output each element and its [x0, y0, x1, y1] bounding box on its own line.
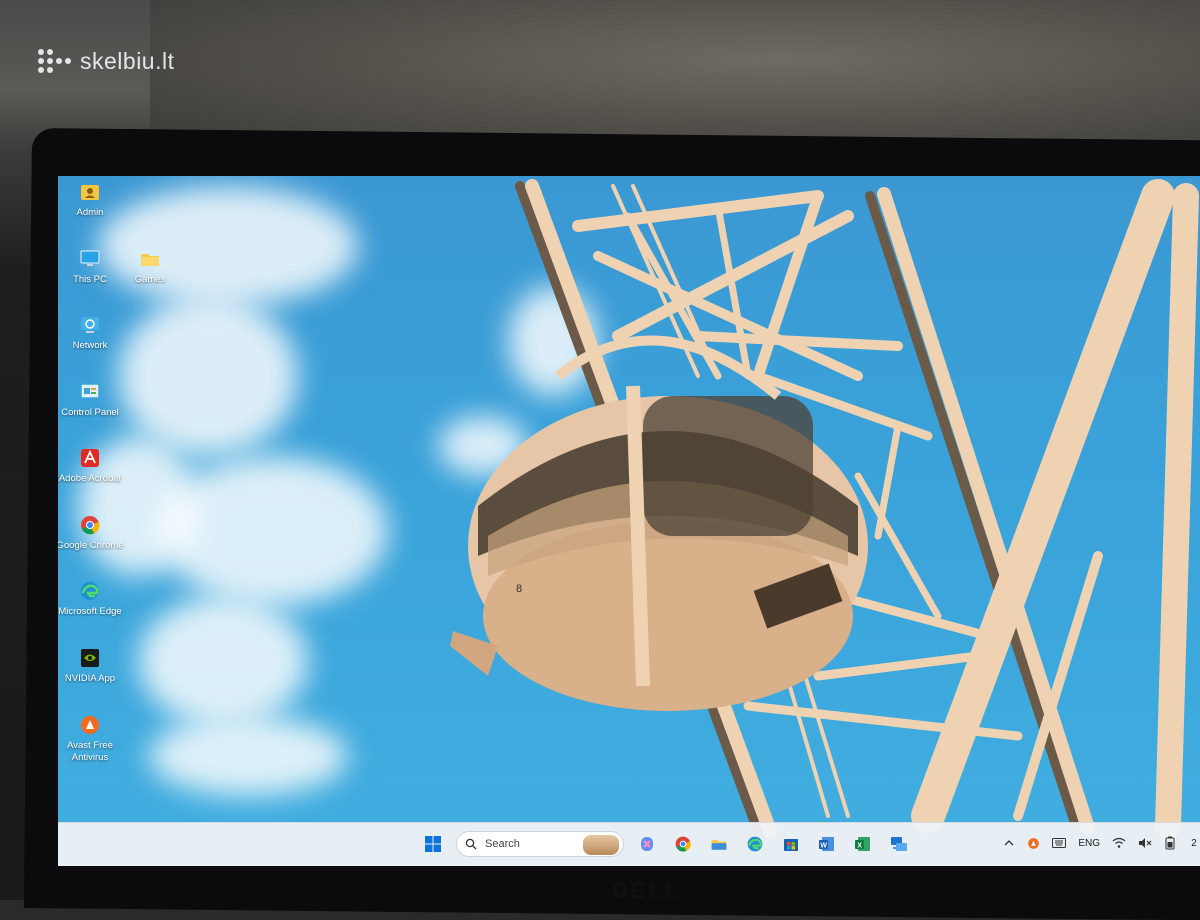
- watermark-text: skelbiu.lt: [80, 48, 175, 74]
- tray-keyboard[interactable]: [1052, 835, 1067, 851]
- copilot-icon: [641, 837, 653, 851]
- desktop-icon-adobe-acrobat[interactable]: Adobe Acrobat: [58, 446, 127, 485]
- desktop-icon-google-chrome[interactable]: Google Chrome: [58, 513, 127, 552]
- battery-icon: [1165, 836, 1175, 850]
- control-panel-icon: [78, 380, 102, 404]
- svg-text:X: X: [857, 842, 862, 849]
- desktop-icon-admin[interactable]: Admin: [58, 180, 127, 219]
- avast-icon: [1028, 837, 1040, 849]
- clock[interactable]: 2: [1188, 835, 1200, 851]
- desktop-icon-control-panel[interactable]: Control Panel: [58, 380, 127, 419]
- svg-text:W: W: [820, 842, 827, 849]
- watermark: skelbiu.lt: [38, 48, 174, 75]
- search-highlight-image: [583, 835, 619, 855]
- edge-icon: [78, 579, 102, 603]
- desktop-icon-games[interactable]: Games: [113, 247, 187, 286]
- desktop-icon-label: Control Panel: [61, 407, 119, 418]
- desktop-icon-label: Adobe Acrobat: [58, 473, 122, 484]
- avast-icon: [78, 713, 102, 737]
- taskbar-copilot[interactable]: [634, 831, 660, 857]
- edge-icon: [747, 836, 763, 852]
- tray-overflow-button[interactable]: [1003, 835, 1015, 851]
- taskbar-pinned-apps: Search W X: [420, 831, 912, 857]
- taskbar-remote-desktop[interactable]: [886, 831, 912, 857]
- folder-icon: [138, 247, 162, 271]
- search-icon: [465, 838, 477, 850]
- monitor-icon: [78, 247, 102, 271]
- volume-muted-icon: [1139, 838, 1152, 848]
- network-icon: [78, 313, 102, 337]
- taskbar-search-box[interactable]: Search: [456, 831, 624, 857]
- desktop-icon-network[interactable]: Network: [58, 313, 127, 352]
- desktop-icon-label: Google Chrome: [58, 540, 124, 551]
- desktop-icon-label: Admin: [76, 207, 104, 218]
- taskbar-store[interactable]: [778, 831, 804, 857]
- search-placeholder: Search: [485, 838, 520, 850]
- desktop-icon-label: Avast Free Antivirus: [67, 740, 113, 763]
- word-icon: W: [819, 837, 834, 851]
- desktop-icon-label: Network: [72, 340, 108, 351]
- file-explorer-icon: [711, 839, 727, 850]
- laptop-screen: 8 Admin This PC Games Network Control Pa…: [58, 176, 1200, 866]
- chrome-icon: [675, 836, 691, 852]
- dell-logo-text: DELL: [612, 878, 682, 903]
- tray-avast[interactable]: [1027, 835, 1040, 851]
- desktop-icon-label: Microsoft Edge: [58, 606, 122, 617]
- acrobat-icon: [78, 446, 102, 470]
- tray-battery[interactable]: [1164, 835, 1176, 851]
- desktop-icon-label: Games: [134, 274, 166, 285]
- chrome-icon: [78, 513, 102, 537]
- ferris-wheel-wallpaper: 8: [450, 179, 1199, 839]
- watermark-logo-icon: [38, 48, 72, 75]
- language-indicator[interactable]: ENG: [1078, 835, 1100, 851]
- remote-desktop-icon: [891, 837, 907, 851]
- wifi-icon: [1112, 837, 1126, 848]
- taskbar-excel[interactable]: X: [850, 831, 876, 857]
- taskbar-file-explorer[interactable]: [706, 831, 732, 857]
- start-icon: [425, 836, 441, 852]
- system-tray: ENG 2: [1003, 835, 1200, 851]
- taskbar: Search W X ENG 2: [58, 822, 1200, 866]
- nvidia-icon: [78, 646, 102, 670]
- user-folder-icon: [78, 180, 102, 204]
- fabric-background: [150, 0, 1200, 150]
- desktop-icon-avast-free-antivirus[interactable]: Avast Free Antivirus: [58, 713, 127, 764]
- keyboard-icon: [1052, 838, 1067, 848]
- taskbar-edge[interactable]: [742, 831, 768, 857]
- start-button[interactable]: [420, 831, 446, 857]
- tray-wifi[interactable]: [1112, 835, 1126, 851]
- desktop-icon-microsoft-edge[interactable]: Microsoft Edge: [58, 579, 127, 618]
- cabin-number: 8: [516, 583, 522, 595]
- taskbar-word[interactable]: W: [814, 831, 840, 857]
- desktop-icon-nvidia-app[interactable]: NVIDIA App: [58, 646, 127, 685]
- dell-logo: DELL: [612, 878, 681, 904]
- tray-volume[interactable]: [1138, 835, 1152, 851]
- desktop-icon-label: NVIDIA App: [64, 673, 116, 684]
- desktop-icon-label: This PC: [73, 274, 107, 285]
- store-icon: [784, 839, 798, 851]
- excel-icon: X: [855, 837, 870, 851]
- taskbar-chrome[interactable]: [670, 831, 696, 857]
- chevron-up-icon: [1004, 840, 1014, 846]
